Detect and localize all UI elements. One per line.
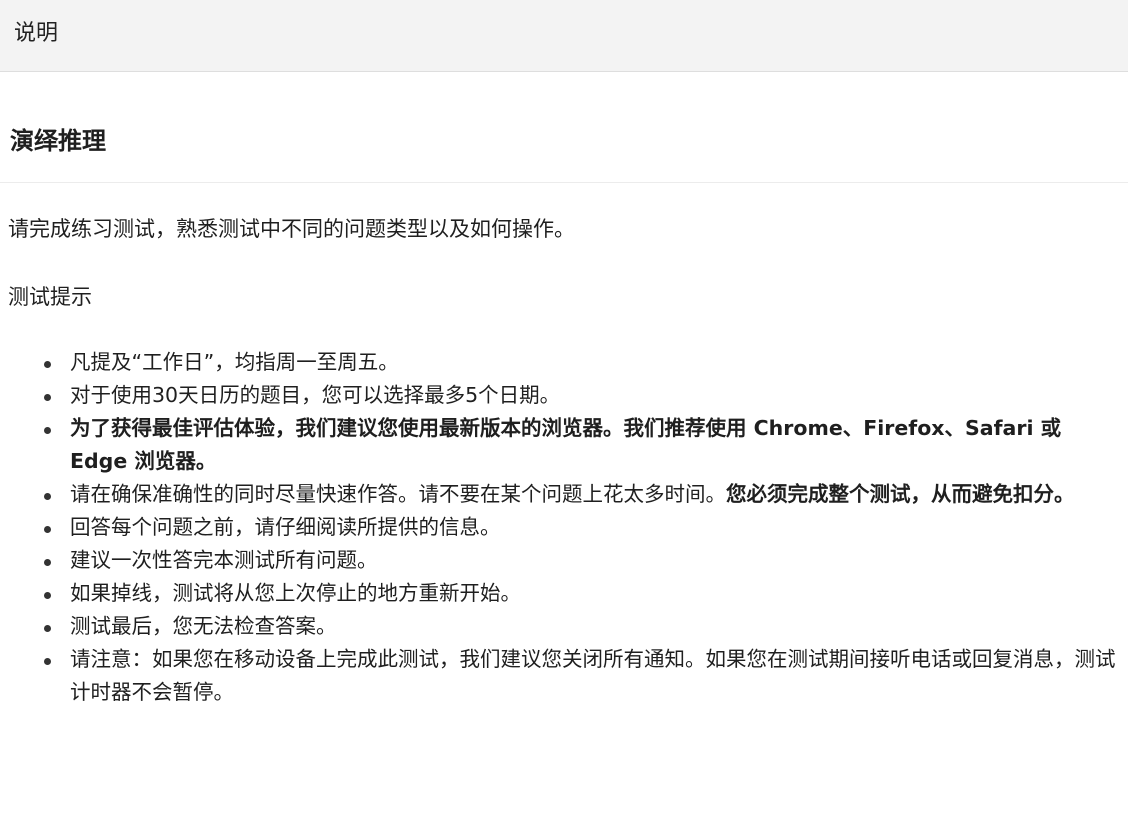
list-item: 测试最后，您无法检查答案。: [8, 610, 1120, 643]
list-item: 请注意：如果您在移动设备上完成此测试，我们建议您关闭所有通知。如果您在测试期间接…: [8, 643, 1120, 709]
tip-bold-text: 为了获得最佳评估体验，我们建议您使用最新版本的浏览器。我们推荐使用 Chrome…: [70, 416, 1062, 473]
list-item: 如果掉线，测试将从您上次停止的地方重新开始。: [8, 577, 1120, 610]
bullet-icon: [44, 625, 51, 632]
tip-text: 如果掉线，测试将从您上次停止的地方重新开始。: [70, 581, 521, 605]
section-header: 演绎推理: [0, 73, 1128, 183]
tip-text: 请在确保准确性的同时尽量快速作答。请不要在某个问题上花太多时间。: [70, 482, 726, 506]
list-item: 凡提及“工作日”，均指周一至周五。: [8, 346, 1120, 379]
tip-text: 测试最后，您无法检查答案。: [70, 614, 337, 638]
tips-list: 凡提及“工作日”，均指周一至周五。 对于使用30天日历的题目，您可以选择最多5个…: [8, 346, 1120, 709]
tip-text: 建议一次性答完本测试所有问题。: [70, 548, 378, 572]
page-title: 说明: [14, 21, 59, 46]
list-item: 为了获得最佳评估体验，我们建议您使用最新版本的浏览器。我们推荐使用 Chrome…: [8, 412, 1120, 478]
bullet-icon: [44, 361, 51, 368]
bullet-icon: [44, 526, 51, 533]
list-item: 回答每个问题之前，请仔细阅读所提供的信息。: [8, 511, 1120, 544]
top-bar: 说明: [0, 0, 1128, 72]
tip-text: 请注意：如果您在移动设备上完成此测试，我们建议您关闭所有通知。如果您在测试期间接…: [70, 647, 1116, 704]
instructions-content: 请完成练习测试，熟悉测试中不同的问题类型以及如何操作。 测试提示 凡提及“工作日…: [8, 212, 1120, 709]
bullet-icon: [44, 559, 51, 566]
tips-heading: 测试提示: [8, 285, 92, 309]
bullet-icon: [44, 493, 51, 500]
list-item: 对于使用30天日历的题目，您可以选择最多5个日期。: [8, 379, 1120, 412]
tip-bold-text: 您必须完成整个测试，从而避免扣分。: [726, 482, 1075, 506]
list-item: 建议一次性答完本测试所有问题。: [8, 544, 1120, 577]
tip-text: 凡提及“工作日”，均指周一至周五。: [70, 350, 399, 374]
bullet-icon: [44, 427, 51, 434]
tip-text: 对于使用30天日历的题目，您可以选择最多5个日期。: [70, 383, 561, 407]
list-item: 请在确保准确性的同时尽量快速作答。请不要在某个问题上花太多时间。您必须完成整个测…: [8, 478, 1120, 511]
bullet-icon: [44, 658, 51, 665]
intro-text: 请完成练习测试，熟悉测试中不同的问题类型以及如何操作。: [8, 217, 575, 241]
tip-text: 回答每个问题之前，请仔细阅读所提供的信息。: [70, 515, 501, 539]
bullet-icon: [44, 394, 51, 401]
bullet-icon: [44, 592, 51, 599]
section-title: 演绎推理: [10, 127, 106, 155]
